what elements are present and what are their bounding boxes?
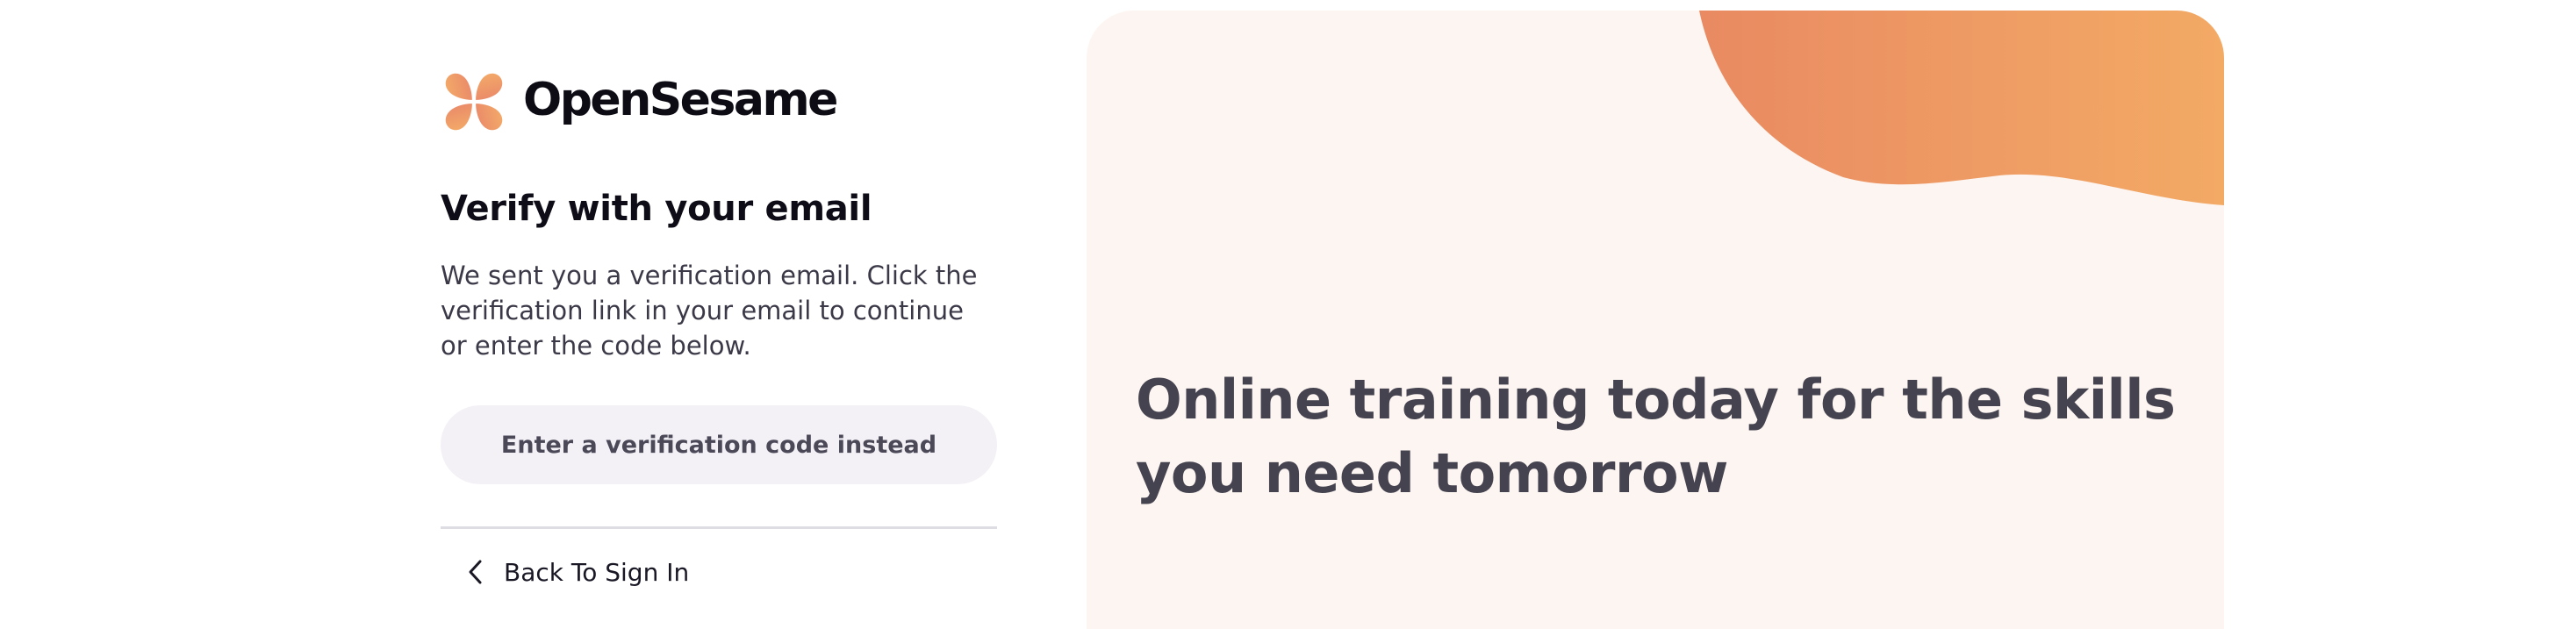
page-title: Verify with your email bbox=[441, 189, 872, 229]
verify-email-panel: OpenSesame Verify with your email We sen… bbox=[441, 0, 997, 629]
back-to-sign-in-link[interactable]: Back To Sign In bbox=[467, 551, 689, 593]
chevron-left-icon bbox=[469, 560, 482, 584]
verification-instructions: We sent you a verification email. Click … bbox=[441, 261, 978, 361]
enter-verification-code-button[interactable]: Enter a verification code instead bbox=[441, 405, 997, 484]
decorative-orange-blob bbox=[1699, 11, 2224, 205]
opensesame-logo: OpenSesame bbox=[441, 68, 838, 135]
promo-tagline: Online training today for the skills you… bbox=[1136, 368, 2176, 505]
four-petal-logo-icon bbox=[445, 73, 503, 131]
divider bbox=[441, 526, 997, 529]
back-to-sign-in-label: Back To Sign In bbox=[504, 557, 690, 587]
brand-name: OpenSesame bbox=[523, 74, 838, 126]
promo-panel: Online training today for the skills you… bbox=[1087, 11, 2224, 629]
